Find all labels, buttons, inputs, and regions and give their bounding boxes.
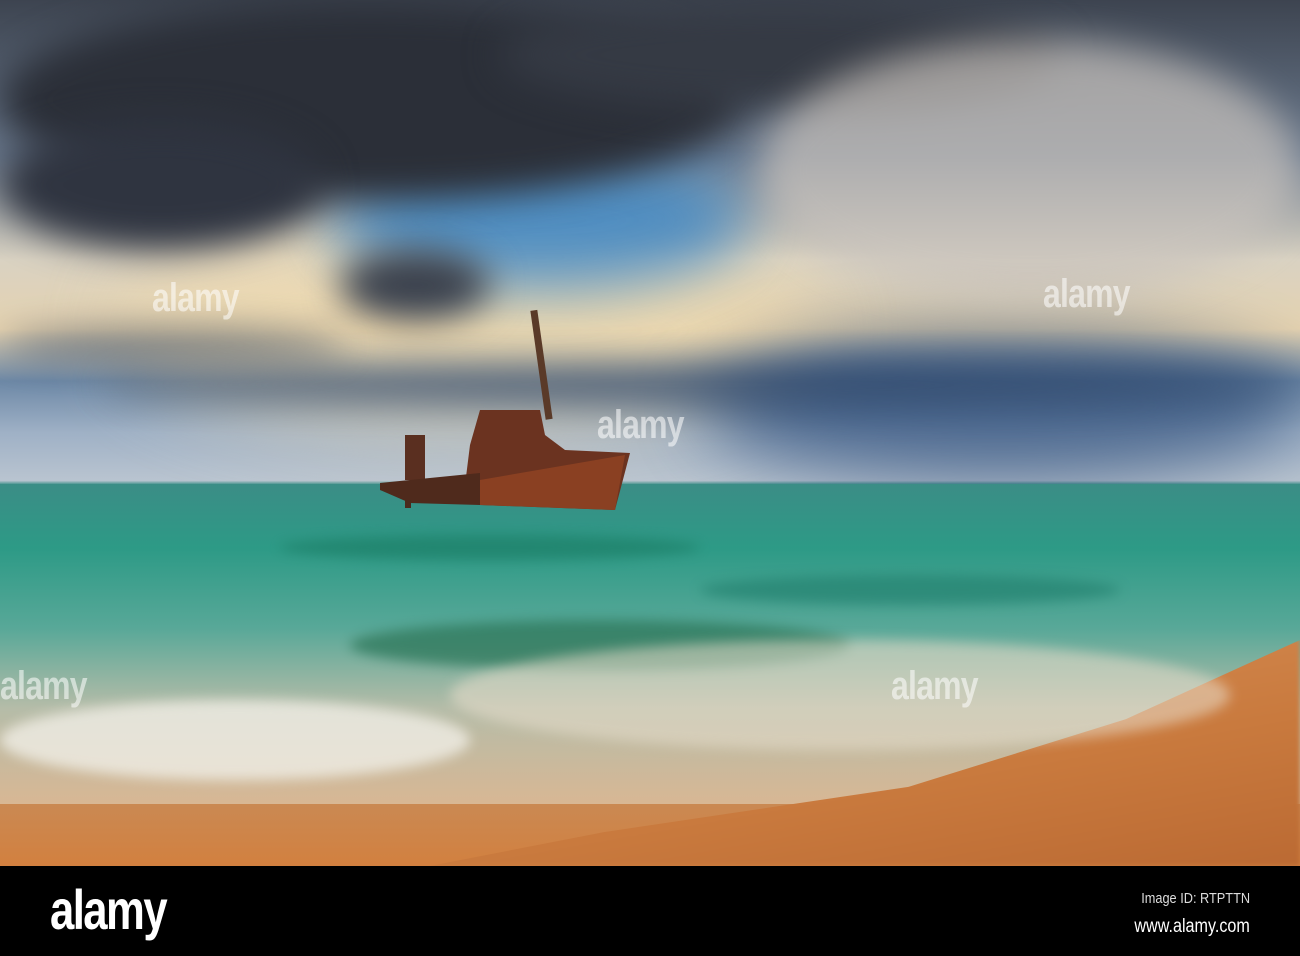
image-id: Image ID: RTPTTN [1141,890,1250,907]
watermark: alamy [891,664,979,708]
stock-photo-page: alamy alamy alamy alamy alamy alamy Imag… [0,0,1300,956]
wave [700,575,1120,605]
footer-bar: alamy Image ID: RTPTTN www.alamy.com [0,866,1300,956]
site-url: www.alamy.com [1134,916,1250,937]
watermark: alamy [597,403,685,447]
foam [0,700,470,780]
wave [280,535,700,560]
light-cloud [760,40,1300,300]
storm-cloud [0,120,320,250]
dark-band-cloud [0,330,350,360]
horizon-clouds [700,330,1300,480]
watermark: alamy [152,276,240,320]
shipwreck-photo: alamy alamy alamy alamy alamy [0,0,1300,866]
watermark: alamy [0,664,88,708]
alamy-logo: alamy [50,878,168,941]
dark-band-cloud [100,365,1300,405]
watermark: alamy [1043,272,1131,316]
foam [450,640,1230,750]
